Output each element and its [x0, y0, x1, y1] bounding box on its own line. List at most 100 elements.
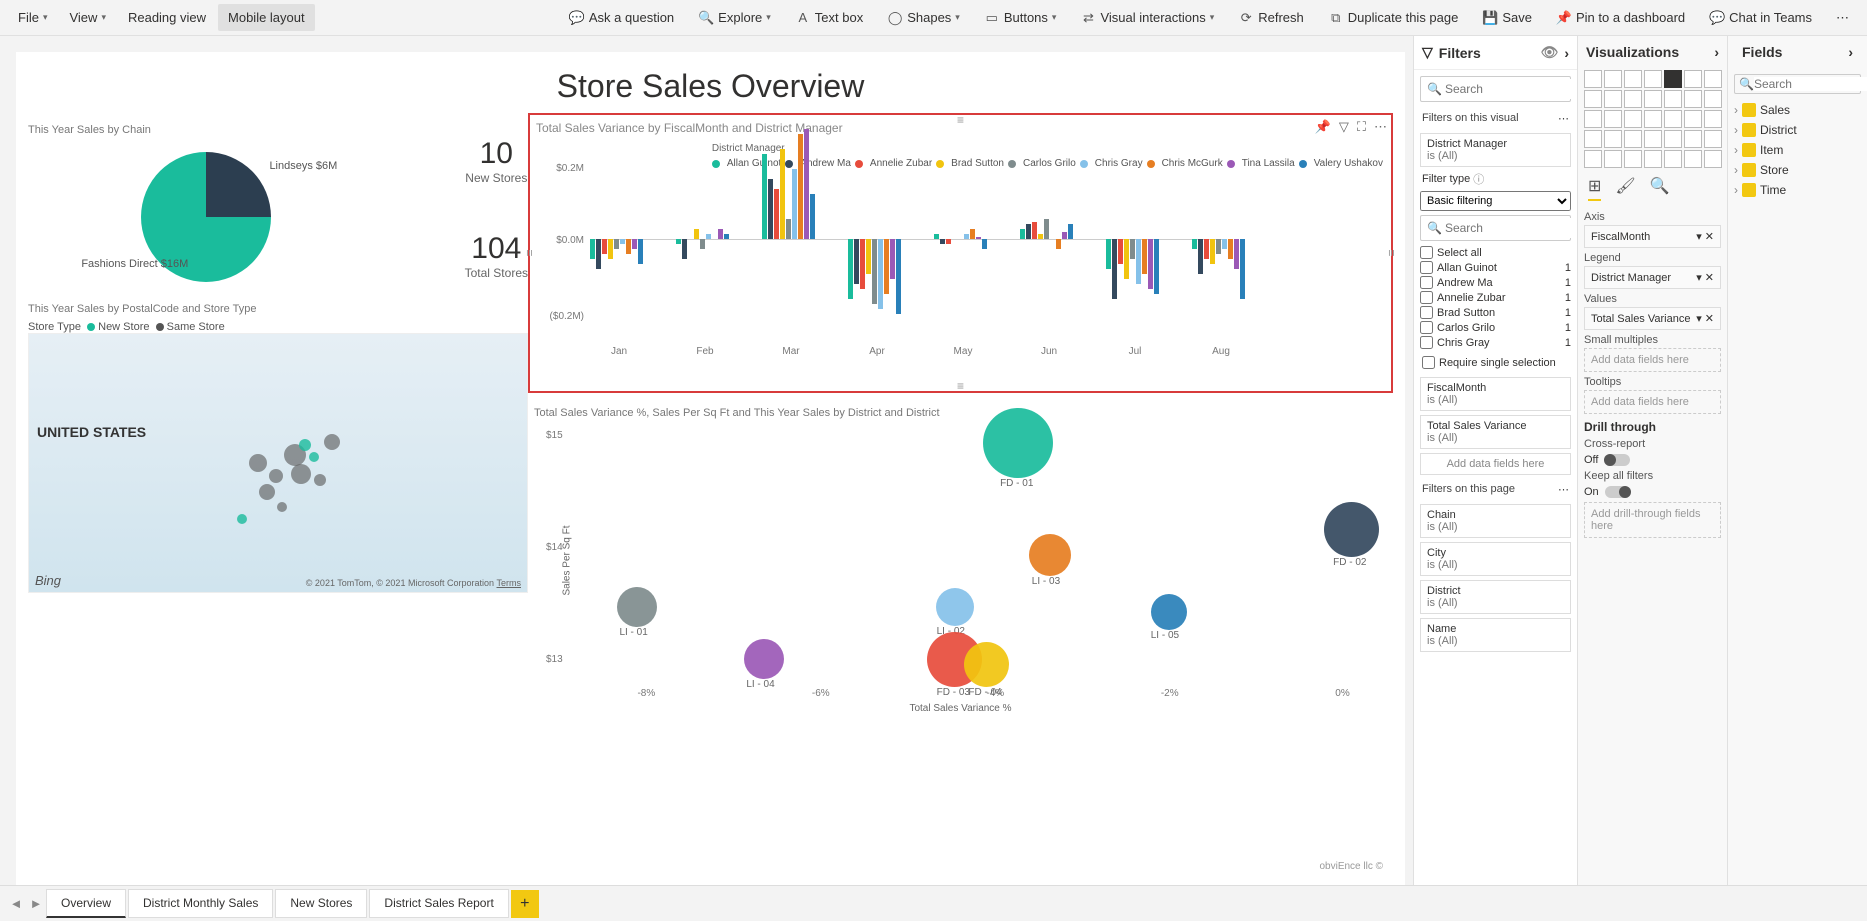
viz-type-cell[interactable] [1684, 150, 1702, 168]
cross-report-toggle[interactable]: Off [1584, 454, 1721, 466]
pie-chart[interactable]: Lindseys $6M Fashions Direct $16M [131, 142, 281, 292]
resize-grip-bottom[interactable]: ≡ [957, 379, 964, 393]
filters-eye-icon[interactable]: 👁 [1541, 44, 1559, 61]
viz-type-cell[interactable] [1664, 110, 1682, 128]
analytics-tab[interactable]: 🔍 [1650, 176, 1670, 201]
field-table[interactable]: ›Item [1734, 140, 1861, 160]
menu-reading-view[interactable]: Reading view [118, 4, 216, 31]
tab-prev[interactable]: ◄ [6, 890, 26, 918]
btn-chat-teams[interactable]: 💬Chat in Teams [1699, 4, 1822, 32]
btn-more[interactable]: ⋯ [1826, 4, 1859, 32]
viz-type-cell[interactable] [1664, 150, 1682, 168]
map-visual[interactable]: UNITED STATES [28, 333, 528, 593]
fields-tab[interactable]: ⊞ [1588, 176, 1601, 201]
filter-total-sales-variance[interactable]: Total Sales Varianceis (All) [1420, 415, 1571, 449]
filter-type-select[interactable]: Basic filtering [1420, 191, 1571, 211]
viz-type-cell[interactable] [1644, 130, 1662, 148]
viz-type-cell[interactable] [1584, 70, 1602, 88]
kpi-new-stores[interactable]: 10 New Stores [465, 137, 528, 185]
resize-grip-top[interactable]: ≡ [957, 113, 964, 127]
page-tab[interactable]: District Sales Report [369, 889, 508, 918]
drillthrough-well[interactable]: Add drill-through fields here [1584, 502, 1721, 538]
viz-type-cell[interactable] [1584, 110, 1602, 128]
field-table[interactable]: ›Store [1734, 160, 1861, 180]
viz-type-cell[interactable] [1644, 90, 1662, 108]
filter-add-well[interactable]: Add data fields here [1420, 453, 1571, 475]
filter-option[interactable]: Annelie Zubar1 [1420, 290, 1571, 305]
filter-name[interactable]: Nameis (All) [1420, 618, 1571, 652]
info-icon[interactable]: ⓘ [1473, 171, 1484, 187]
filter-district[interactable]: Districtis (All) [1420, 580, 1571, 614]
btn-duplicate-page[interactable]: ⧉Duplicate this page [1318, 4, 1469, 32]
section-more-icon[interactable]: ⋯ [1558, 112, 1569, 125]
smallmult-well[interactable]: Add data fields here [1584, 348, 1721, 372]
menu-view[interactable]: View▾ [59, 4, 115, 31]
add-page-tab[interactable]: + [511, 890, 539, 918]
viz-type-cell[interactable] [1604, 110, 1622, 128]
viz-type-cell[interactable] [1644, 110, 1662, 128]
format-tab[interactable]: 🖌 [1615, 176, 1635, 201]
viz-type-cell[interactable] [1704, 70, 1722, 88]
btn-save[interactable]: 💾Save [1472, 4, 1542, 32]
viz-collapse-icon[interactable]: › [1714, 44, 1719, 60]
viz-type-cell[interactable] [1604, 150, 1622, 168]
viz-type-cell[interactable] [1584, 90, 1602, 108]
viz-type-cell[interactable] [1704, 90, 1722, 108]
visual-filter-icon[interactable]: ▽ [1339, 119, 1349, 135]
viz-type-cell[interactable] [1684, 90, 1702, 108]
filter-fiscalmonth[interactable]: FiscalMonthis (All) [1420, 377, 1571, 411]
filter-option[interactable]: Brad Sutton1 [1420, 305, 1571, 320]
legend-well[interactable]: District Manager▾ ✕ [1584, 266, 1721, 289]
visual-pin-icon[interactable]: 📌 [1315, 119, 1331, 135]
filter-district-manager[interactable]: District Manager is (All) [1420, 133, 1571, 167]
viz-type-cell[interactable] [1664, 90, 1682, 108]
viz-type-cell[interactable] [1684, 70, 1702, 88]
visual-focus-icon[interactable]: ⛶ [1357, 119, 1366, 135]
viz-type-cell[interactable] [1704, 130, 1722, 148]
btn-pin-dashboard[interactable]: 📌Pin to a dashboard [1546, 4, 1695, 32]
btn-buttons[interactable]: ▭Buttons▾ [974, 4, 1067, 32]
menu-file[interactable]: File▾ [8, 4, 57, 31]
viz-type-cell[interactable] [1624, 70, 1642, 88]
menu-mobile-layout[interactable]: Mobile layout [218, 4, 315, 31]
field-table[interactable]: ›Sales [1734, 100, 1861, 120]
page-tab[interactable]: District Monthly Sales [128, 889, 273, 918]
btn-ask-question[interactable]: 💬Ask a question [559, 4, 684, 32]
filter-option[interactable]: Select all [1420, 245, 1571, 260]
viz-type-cell[interactable] [1584, 150, 1602, 168]
fields-collapse-icon[interactable]: › [1848, 44, 1853, 60]
viz-type-cell[interactable] [1604, 70, 1622, 88]
section-more-icon[interactable]: ⋯ [1558, 483, 1569, 496]
btn-explore[interactable]: 🔍Explore▾ [688, 4, 781, 32]
page-tab[interactable]: New Stores [275, 889, 367, 918]
axis-well[interactable]: FiscalMonth▾ ✕ [1584, 225, 1721, 248]
scatter-visual[interactable]: Total Sales Variance %, Sales Per Sq Ft … [528, 401, 1393, 876]
btn-visual-interactions[interactable]: ⇄Visual interactions▾ [1070, 4, 1224, 32]
filters-collapse-icon[interactable]: › [1564, 45, 1569, 61]
viz-type-cell[interactable] [1604, 90, 1622, 108]
viz-type-cell[interactable] [1664, 70, 1682, 88]
viz-type-cell[interactable] [1684, 130, 1702, 148]
viz-type-cell[interactable] [1624, 130, 1642, 148]
btn-refresh[interactable]: ⟳Refresh [1228, 4, 1314, 32]
filter-city[interactable]: Cityis (All) [1420, 542, 1571, 576]
viz-type-cell[interactable] [1704, 150, 1722, 168]
viz-type-cell[interactable] [1684, 110, 1702, 128]
resize-grip-left[interactable]: ≡ [523, 249, 537, 256]
resize-grip-right[interactable]: ≡ [1384, 249, 1398, 256]
filter-options-search[interactable]: 🔍 [1420, 215, 1571, 241]
kpi-total-stores[interactable]: 104 Total Stores [465, 232, 528, 280]
values-well[interactable]: Total Sales Variance▾ ✕ [1584, 307, 1721, 330]
viz-type-cell[interactable] [1624, 90, 1642, 108]
tab-next[interactable]: ► [26, 890, 46, 918]
viz-type-cell[interactable] [1644, 150, 1662, 168]
visual-more-icon[interactable]: ⋯ [1374, 119, 1387, 135]
fields-search[interactable]: 🔍 [1734, 74, 1861, 94]
map-terms-link[interactable]: Terms [497, 578, 522, 588]
viz-type-cell[interactable] [1644, 70, 1662, 88]
filter-option[interactable]: Allan Guinot1 [1420, 260, 1571, 275]
filter-option[interactable]: Carlos Grilo1 [1420, 320, 1571, 335]
field-table[interactable]: ›Time [1734, 180, 1861, 200]
keep-filters-toggle[interactable]: On [1584, 486, 1721, 498]
filter-option[interactable]: Chris Gray1 [1420, 335, 1571, 350]
